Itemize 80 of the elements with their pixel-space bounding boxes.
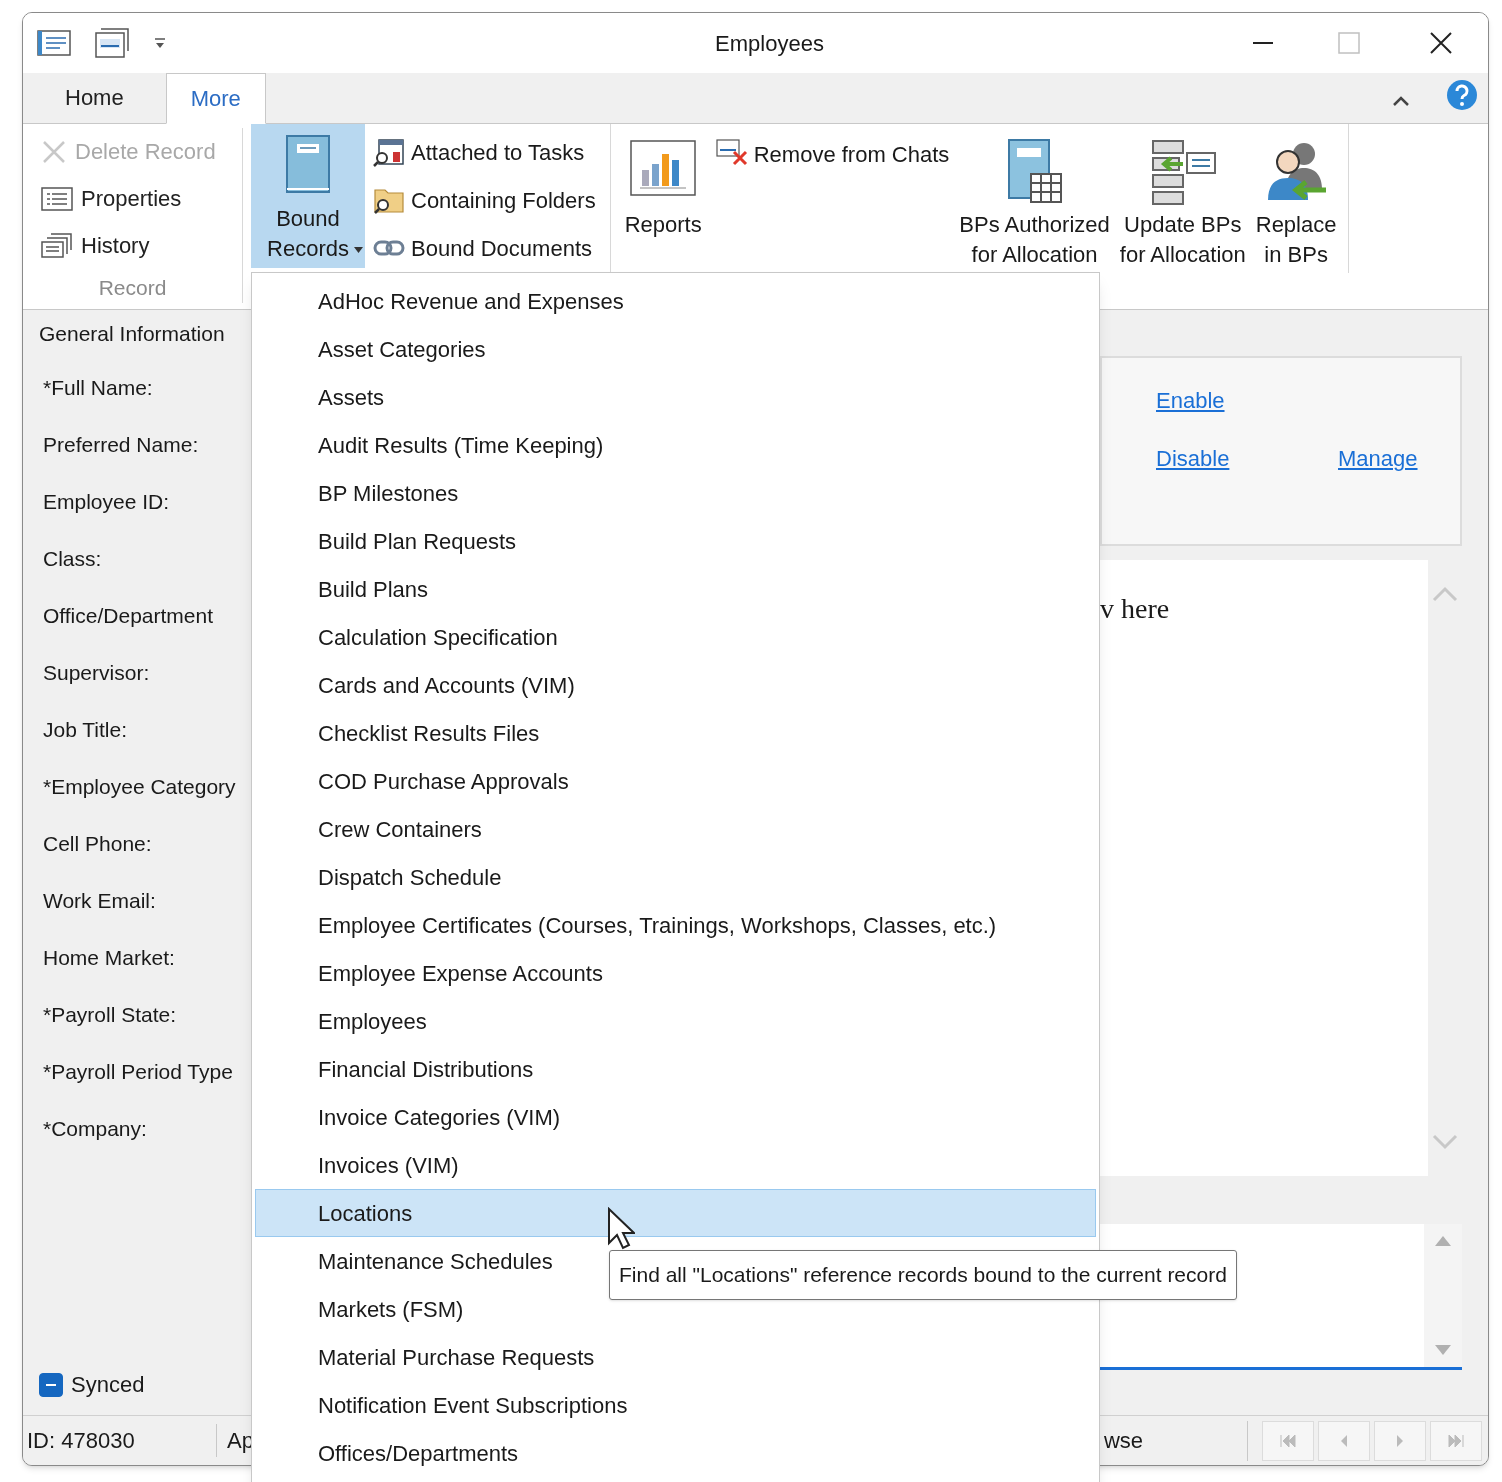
field-label: Home Market: — [42, 944, 176, 966]
field-label: *Full Name: — [42, 374, 154, 396]
status-text: wse — [1103, 1427, 1143, 1455]
field-label: Preferred Name: — [42, 431, 200, 453]
menu-item[interactable]: Cards and Accounts (VIM) — [255, 661, 1096, 709]
menu-item[interactable]: Employees — [255, 997, 1096, 1045]
tooltip: Find all "Locations" reference records bound to the current record — [609, 1250, 1237, 1300]
menu-item[interactable]: Checklist Results Files — [255, 709, 1096, 757]
stacked-pages-icon — [41, 232, 73, 259]
calendar-search-icon — [373, 137, 405, 167]
disable-link[interactable]: Disable — [1156, 442, 1230, 475]
group-label: Record — [97, 274, 168, 301]
menu-item[interactable]: Financial Distributions — [255, 1045, 1096, 1093]
menu-item[interactable]: Calculation Specification — [255, 613, 1096, 661]
enable-link[interactable]: Enable — [1156, 384, 1225, 417]
next-icon[interactable] — [1374, 1420, 1426, 1461]
section-title: General Information — [39, 321, 226, 347]
close-icon[interactable] — [1430, 32, 1452, 54]
list-icon — [41, 185, 73, 212]
record-id: ID: 478030 — [23, 1424, 217, 1457]
menu-item[interactable]: Material Purchase Requests — [255, 1333, 1096, 1381]
scroll-down-icon[interactable] — [1432, 1134, 1458, 1150]
book-icon — [284, 134, 332, 196]
ribbon-large-button[interactable]: BPs Authorized for Allocation — [959, 134, 1110, 273]
ribbon-button[interactable]: Attached to Tasks — [373, 128, 596, 176]
scroll-down-icon[interactable] — [1435, 1345, 1451, 1357]
ribbon-button[interactable]: Bound Documents — [373, 224, 596, 272]
menu-item[interactable]: Employee Certificates (Courses, Trainings, Workshops, Classes, etc.) — [255, 901, 1096, 949]
synced-checkbox[interactable] — [39, 1372, 63, 1397]
menu-item[interactable]: Build Plan Requests — [255, 517, 1096, 565]
menu-item[interactable]: AdHoc Revenue and Expenses — [255, 277, 1096, 325]
field-label: Class: — [42, 545, 103, 567]
preview-text: v here — [1100, 593, 1170, 624]
dropdown-icon[interactable] — [153, 36, 167, 50]
maximize-icon[interactable] — [1338, 32, 1360, 54]
menu-item[interactable]: BP Milestones — [255, 469, 1096, 517]
field-label: Job Title: — [42, 716, 129, 738]
text-delete-icon — [715, 138, 748, 166]
menu-item[interactable]: COD Purchase Approvals — [255, 757, 1096, 805]
menu-item[interactable]: Asset Categories — [255, 325, 1096, 373]
scroll-up-icon[interactable] — [1435, 1234, 1451, 1246]
form-icon[interactable] — [37, 30, 71, 56]
manage-link[interactable]: Manage — [1338, 442, 1418, 475]
menu-item[interactable]: Invoice Categories (VIM) — [255, 1093, 1096, 1141]
link-icon — [373, 238, 405, 258]
window-title: Employees — [715, 29, 824, 58]
field-label: Work Email: — [42, 887, 157, 909]
help-icon[interactable] — [1446, 79, 1478, 111]
menu-item[interactable]: Dispatch Schedule — [255, 853, 1096, 901]
previous-icon[interactable] — [1318, 1420, 1370, 1461]
collapse-ribbon-icon[interactable] — [1392, 95, 1410, 107]
last-page-icon[interactable] — [1430, 1420, 1482, 1461]
menu-item[interactable]: Locations — [255, 1189, 1096, 1237]
ribbon-button[interactable]: Containing Folders — [373, 176, 596, 224]
close-icon — [41, 138, 67, 165]
menu-item[interactable]: Notification Event Subscriptions — [255, 1381, 1096, 1429]
menu-item[interactable]: Assets — [255, 373, 1096, 421]
ribbon-large-button[interactable]: Replace in BPs — [1255, 134, 1337, 273]
reports-button[interactable]: Reports — [624, 140, 702, 273]
menu-item[interactable]: Audit Results (Time Keeping) — [255, 421, 1096, 469]
cursor-icon — [607, 1207, 635, 1251]
menu-item[interactable]: Crew Containers — [255, 805, 1096, 853]
caret-icon — [353, 247, 363, 253]
bound-records-button[interactable]: Bound Records — [251, 124, 365, 268]
remove-from-chats-button[interactable]: Remove from Chats — [715, 138, 950, 168]
field-label: Cell Phone: — [42, 830, 153, 852]
menu-item[interactable]: Employee Expense Accounts — [255, 949, 1096, 997]
menu-item[interactable]: Build Plans — [255, 565, 1096, 613]
ribbon-button[interactable]: History — [41, 222, 242, 270]
ribbon-tab[interactable]: More — [165, 73, 266, 124]
scroll-up-icon[interactable] — [1432, 586, 1458, 602]
checkbox-label: Synced — [71, 1371, 145, 1399]
ribbon-tab[interactable]: Home — [23, 72, 166, 123]
bar-chart-icon — [630, 140, 697, 196]
first-page-icon[interactable] — [1262, 1420, 1314, 1461]
ribbon-large-button[interactable]: Update BPs for Allocation — [1119, 134, 1246, 273]
text-field-icon[interactable] — [95, 28, 129, 58]
menu-item[interactable]: Offices/Departments — [255, 1429, 1096, 1477]
ribbon-button[interactable]: Properties — [41, 175, 242, 223]
menu-item[interactable]: Invoices (VIM) — [255, 1141, 1096, 1189]
